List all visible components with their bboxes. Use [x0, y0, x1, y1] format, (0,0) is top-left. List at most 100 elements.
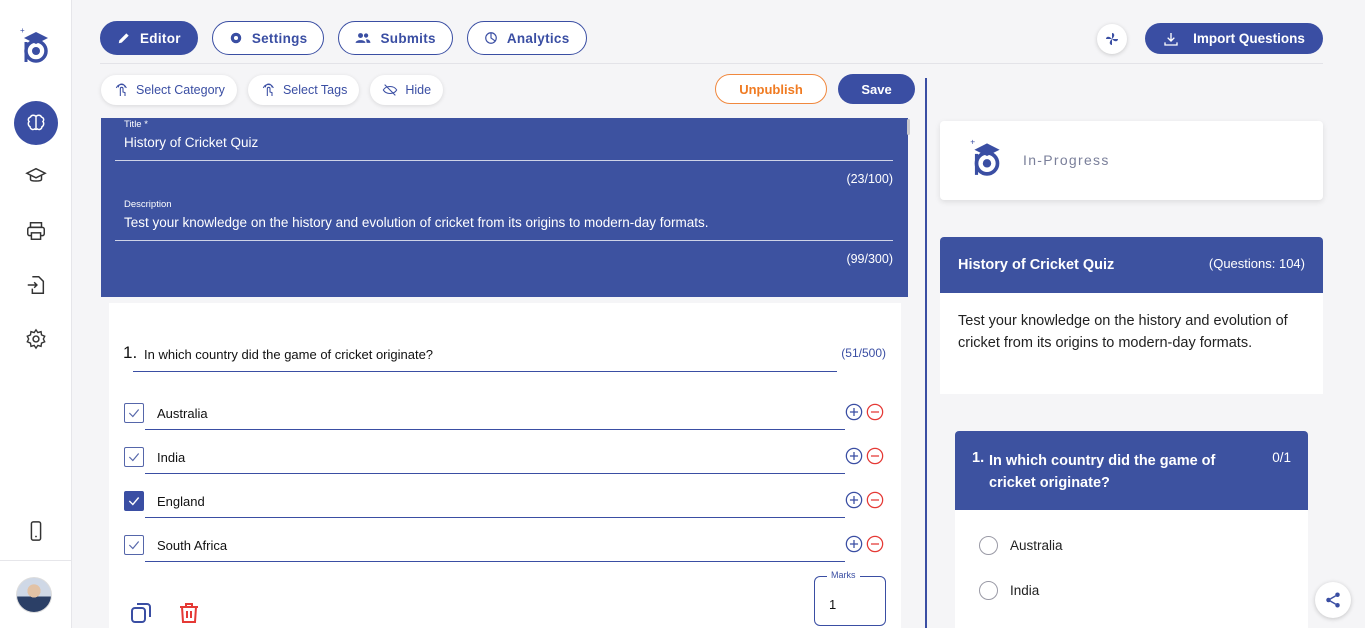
remove-option-icon[interactable] — [866, 535, 884, 553]
preview-option[interactable]: India — [979, 581, 1039, 600]
quiz-header-card: Title * History of Cricket Quiz (23/100)… — [101, 118, 908, 297]
tab-submits[interactable]: Submits — [338, 21, 453, 55]
add-option-icon[interactable] — [845, 403, 863, 421]
file-import-icon — [27, 276, 45, 294]
radio-button[interactable] — [979, 581, 998, 600]
trash-icon[interactable] — [177, 601, 201, 625]
title-char-count: (23/100) — [846, 172, 893, 186]
marks-label: Marks — [827, 570, 860, 580]
question-char-count: (51/500) — [841, 346, 886, 360]
filter-chips: Select Category Select Tags Hide — [101, 75, 444, 105]
sidebar-item-import[interactable] — [14, 263, 58, 307]
preview-question-number: 1. — [972, 450, 985, 466]
top-tabs: Editor Settings Submits Analytics — [100, 21, 587, 55]
option-underline — [145, 429, 845, 430]
preview-header: History of Cricket Quiz (Questions: 104) — [940, 237, 1323, 293]
printer-icon — [27, 222, 45, 240]
avatar[interactable] — [16, 577, 52, 613]
question-input[interactable]: In which country did the game of cricket… — [144, 347, 433, 362]
add-option-icon[interactable] — [845, 491, 863, 509]
chip-label: Hide — [405, 83, 432, 97]
option-checkbox[interactable] — [124, 491, 144, 511]
check-icon — [128, 453, 140, 462]
hide-chip[interactable]: Hide — [370, 75, 444, 105]
check-icon — [128, 409, 140, 418]
preview-option-label: India — [1010, 583, 1040, 598]
touch-icon — [115, 83, 127, 96]
option-checkbox[interactable] — [124, 403, 144, 423]
gear-icon — [26, 328, 46, 350]
tab-label: Editor — [140, 30, 181, 46]
preview-description: Test your knowledge on the history and e… — [940, 293, 1323, 394]
preview-question-score: 0/1 — [1272, 450, 1291, 465]
select-category-chip[interactable]: Select Category — [101, 75, 237, 105]
header-divider — [100, 63, 1323, 64]
copy-icon[interactable] — [129, 601, 153, 625]
download-icon — [1164, 32, 1178, 46]
option-input[interactable]: England — [157, 494, 205, 509]
option-input[interactable]: Australia — [157, 406, 208, 421]
option-actions — [845, 403, 884, 421]
unpublish-button[interactable]: Unpublish — [715, 74, 827, 104]
option-actions — [845, 535, 884, 553]
sidebar-item-settings[interactable] — [14, 317, 58, 361]
option-checkbox[interactable] — [124, 447, 144, 467]
option-actions — [845, 447, 884, 465]
select-tags-chip[interactable]: Select Tags — [247, 75, 360, 105]
description-field-label: Description — [124, 199, 172, 210]
description-char-count: (99/300) — [846, 252, 893, 266]
import-questions-label: Import Questions — [1193, 31, 1305, 46]
tab-analytics[interactable]: Analytics — [466, 21, 587, 55]
option-actions — [845, 491, 884, 509]
svg-text:+: + — [20, 26, 25, 35]
chip-label: Select Tags — [282, 83, 348, 97]
sidebar-item-courses[interactable] — [14, 154, 58, 198]
tab-editor[interactable]: Editor — [100, 21, 198, 55]
status-card: + In-Progress — [940, 121, 1323, 200]
remove-option-icon[interactable] — [866, 447, 884, 465]
eye-off-icon — [383, 84, 398, 96]
share-button[interactable] — [1315, 582, 1351, 618]
option-underline — [145, 517, 845, 518]
marks-field[interactable]: Marks 1 — [814, 570, 886, 626]
sidebar-item-quiz[interactable] — [14, 101, 58, 145]
option-checkbox[interactable] — [124, 535, 144, 555]
app-logo-icon[interactable]: + — [18, 24, 54, 64]
pin-button[interactable] — [1097, 24, 1127, 54]
status-text: In-Progress — [1023, 152, 1110, 168]
option-underline — [145, 473, 845, 474]
preview-option[interactable]: Australia — [979, 536, 1063, 555]
preview-option-label: Australia — [1010, 538, 1063, 553]
gear-icon — [230, 32, 242, 44]
save-button[interactable]: Save — [838, 74, 915, 104]
users-icon — [356, 33, 371, 43]
add-option-icon[interactable] — [845, 535, 863, 553]
preview-title: History of Cricket Quiz — [958, 257, 1115, 273]
share-icon — [1326, 592, 1340, 608]
sidebar-item-mobile[interactable] — [14, 509, 58, 553]
question-number: 1. — [123, 343, 138, 362]
description-input[interactable]: Test your knowledge on the history and e… — [124, 215, 709, 230]
panel-divider — [925, 78, 927, 628]
svg-text:+: + — [970, 136, 975, 146]
radio-button[interactable] — [979, 536, 998, 555]
title-field-label: Title * — [124, 119, 148, 130]
sidebar-item-print[interactable] — [14, 209, 58, 253]
tab-label: Settings — [251, 30, 308, 46]
title-input[interactable]: History of Cricket Quiz — [124, 135, 258, 150]
add-option-icon[interactable] — [845, 447, 863, 465]
sidebar-divider — [0, 560, 72, 561]
remove-option-icon[interactable] — [866, 403, 884, 421]
option-input[interactable]: India — [157, 450, 185, 465]
option-input[interactable]: South Africa — [157, 538, 227, 553]
check-icon — [128, 497, 140, 506]
graduation-cap-icon — [25, 167, 47, 182]
remove-option-icon[interactable] — [866, 491, 884, 509]
preview-questions-count: (Questions: 104) — [1208, 256, 1305, 271]
scrollbar-thumb[interactable] — [907, 119, 910, 135]
marks-input[interactable]: 1 — [829, 597, 836, 612]
description-underline — [115, 240, 893, 241]
tab-settings[interactable]: Settings — [211, 21, 325, 55]
option-row: Australia — [124, 403, 886, 443]
import-questions-button[interactable]: Import Questions — [1145, 23, 1323, 54]
